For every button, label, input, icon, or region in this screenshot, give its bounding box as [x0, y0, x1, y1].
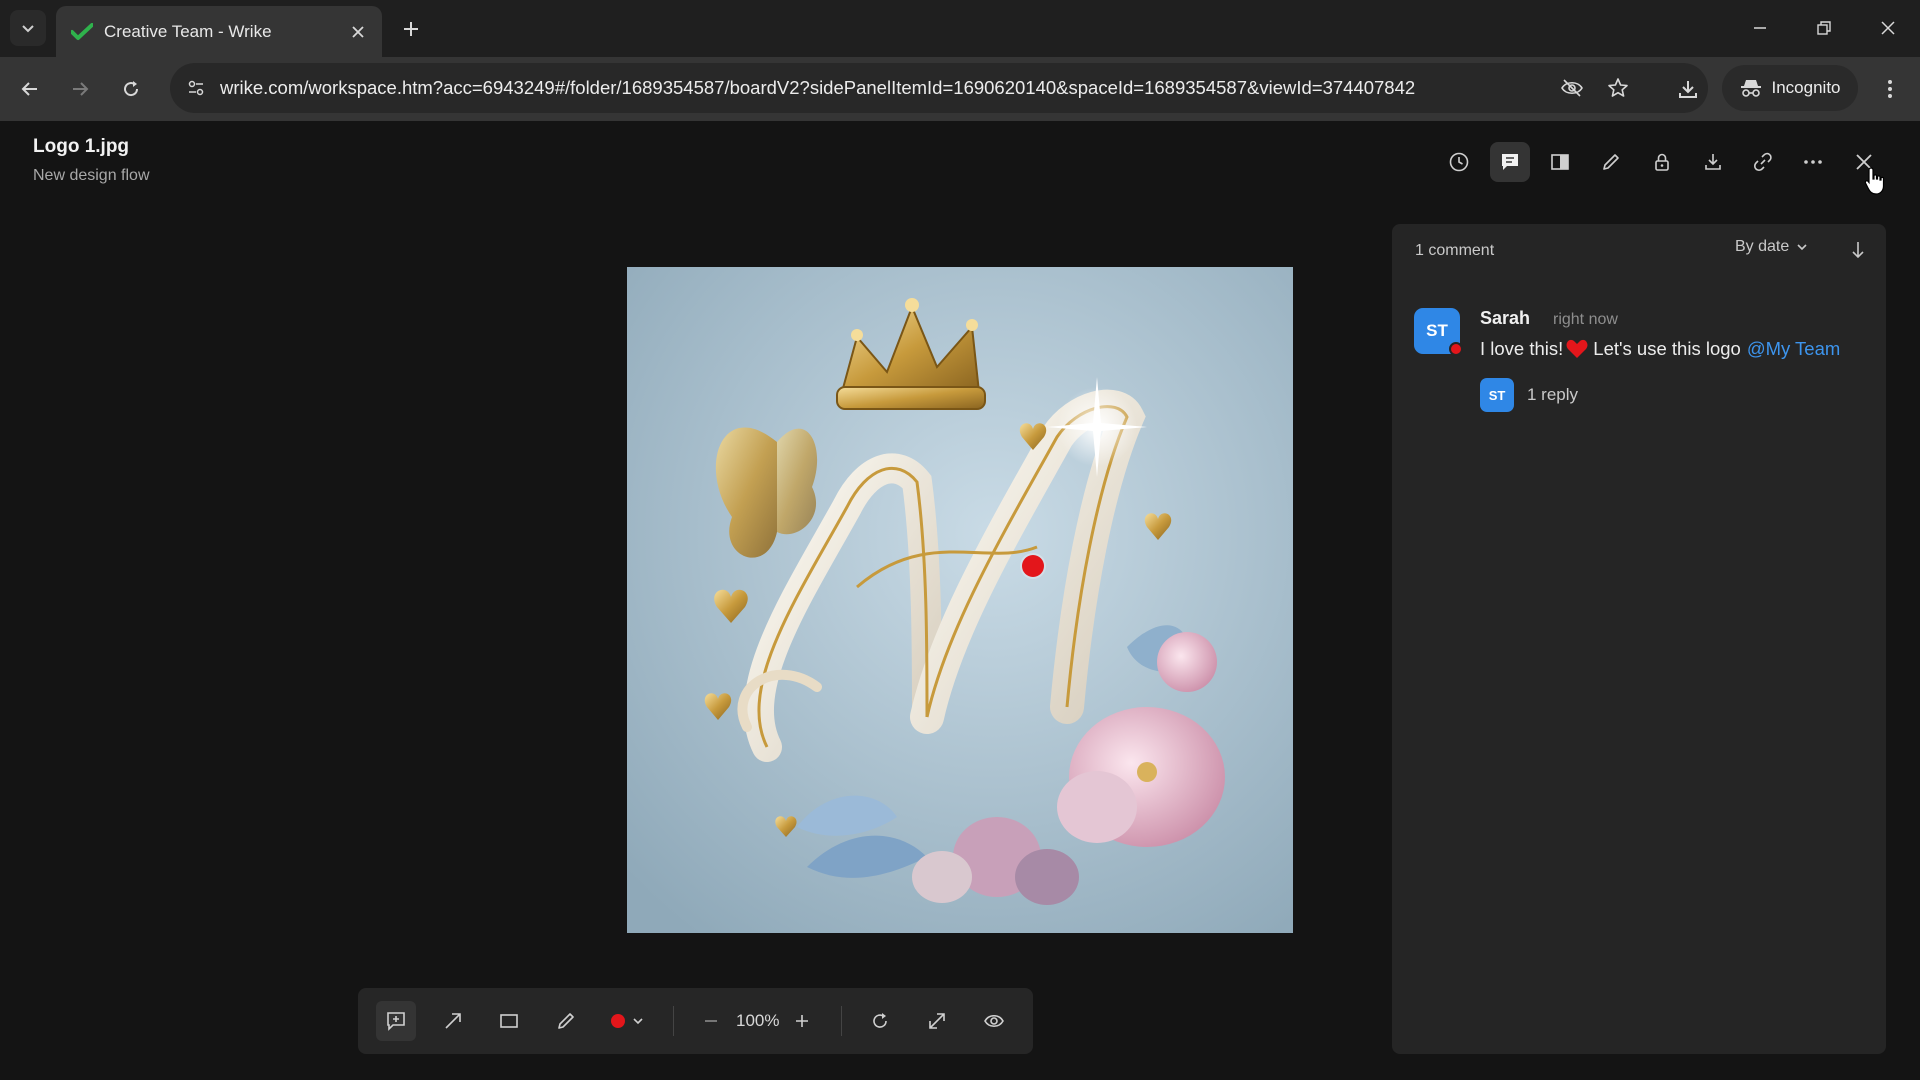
rectangle-icon — [500, 1014, 518, 1028]
pencil-icon — [1603, 154, 1619, 170]
forward-button[interactable] — [60, 69, 100, 109]
incognito-icon — [1740, 80, 1761, 97]
tab-title: Creative Team - Wrike — [104, 21, 272, 41]
download-file-button[interactable] — [1693, 142, 1733, 182]
rectangle-tool[interactable] — [489, 1001, 529, 1041]
link-icon — [1753, 152, 1772, 172]
browser-menu-button[interactable] — [1870, 69, 1910, 109]
toolbar-divider — [673, 1006, 674, 1036]
lock-icon — [1655, 153, 1669, 171]
wrike-logo-icon — [70, 20, 94, 44]
comments-panel: 1 comment By date ST Sarah right now I l… — [1392, 224, 1886, 1054]
monogram-logo-image — [627, 267, 1293, 933]
color-swatch — [611, 1014, 625, 1028]
new-tab-button[interactable] — [395, 13, 427, 45]
version-history-button[interactable] — [1439, 142, 1479, 182]
comment-text: I love this! Let's use this logo @My Tea… — [1480, 338, 1840, 360]
minimize-icon — [1754, 27, 1766, 29]
restore-icon — [1817, 21, 1831, 35]
comment-text-end: Let's use this logo — [1593, 338, 1741, 359]
zoom-out-button[interactable] — [691, 1001, 731, 1041]
annotation-indicator — [1449, 342, 1463, 356]
incognito-badge[interactable]: Incognito — [1722, 65, 1858, 111]
minus-icon — [705, 1020, 717, 1022]
file-name: Logo 1.jpg — [33, 136, 130, 157]
hand-cursor-icon — [1864, 167, 1885, 195]
sort-dropdown[interactable]: By date — [1735, 238, 1809, 256]
history-icon — [1449, 152, 1469, 172]
address-bar[interactable]: wrike.com/workspace.htm?acc=6943249#/fol… — [170, 63, 1708, 113]
lock-button[interactable] — [1642, 142, 1682, 182]
draw-tool[interactable] — [546, 1001, 586, 1041]
heart-emoji-icon — [1565, 338, 1589, 360]
minimize-button[interactable] — [1732, 6, 1788, 50]
zoom-in-button[interactable] — [782, 1001, 822, 1041]
tab-search-button[interactable] — [10, 10, 46, 46]
chevron-down-icon — [633, 1018, 643, 1025]
rotate-icon — [873, 1013, 887, 1028]
reply-avatar: ST — [1480, 378, 1514, 412]
reload-icon — [124, 81, 139, 97]
comments-toggle-button[interactable] — [1490, 142, 1530, 182]
comment-time: right now — [1553, 311, 1618, 328]
visibility-toggle[interactable] — [974, 1001, 1014, 1041]
url-text[interactable]: wrike.com/workspace.htm?acc=6943249#/fol… — [220, 63, 1415, 113]
toolbar-divider — [841, 1006, 842, 1036]
color-picker[interactable] — [602, 1001, 654, 1041]
arrow-tool[interactable] — [433, 1001, 473, 1041]
mention-link[interactable]: @My Team — [1747, 338, 1841, 360]
annotation-toolbar: 100% — [358, 988, 1033, 1054]
eye-icon — [984, 1014, 1004, 1028]
sort-label: By date — [1735, 238, 1790, 255]
download-icon — [1705, 154, 1721, 170]
copy-link-button[interactable] — [1743, 142, 1783, 182]
pencil-icon — [558, 1013, 574, 1029]
site-info-icon[interactable] — [180, 72, 212, 104]
more-icon — [1804, 160, 1822, 164]
restore-button[interactable] — [1796, 6, 1852, 50]
annotation-pin[interactable] — [1022, 555, 1044, 577]
download-icon — [1679, 81, 1697, 98]
add-comment-tool[interactable] — [376, 1001, 416, 1041]
plus-icon — [796, 1015, 808, 1027]
tab-close-icon[interactable] — [344, 18, 372, 46]
comment-author: Sarah — [1480, 308, 1531, 328]
comment-text-start: I love this! — [1480, 338, 1564, 359]
reload-button[interactable] — [111, 69, 151, 109]
browser-toolbar: wrike.com/workspace.htm?acc=6943249#/fol… — [0, 57, 1920, 121]
browser-tab[interactable]: Creative Team - Wrike — [56, 6, 382, 57]
incognito-label: Incognito — [1771, 78, 1841, 97]
close-icon — [1881, 21, 1895, 35]
proof-image[interactable] — [627, 267, 1293, 933]
compare-button[interactable] — [1540, 142, 1580, 182]
arrow-icon — [445, 1013, 461, 1029]
comments-icon — [1502, 154, 1518, 170]
bookmark-star-icon[interactable] — [1602, 72, 1634, 104]
expand-icon — [929, 1013, 945, 1029]
file-subtitle[interactable]: New design flow — [33, 167, 150, 185]
fullscreen-button[interactable] — [917, 1001, 957, 1041]
arrow-right-icon — [73, 82, 89, 96]
replies-link[interactable]: 1 reply — [1527, 385, 1578, 405]
chevron-down-icon — [1797, 244, 1807, 251]
browser-tab-strip: Creative Team - Wrike — [0, 0, 1920, 57]
window-close-button[interactable] — [1860, 6, 1916, 50]
arrow-down-icon — [1852, 242, 1864, 259]
kebab-menu-icon — [1888, 80, 1892, 98]
more-options-button[interactable] — [1793, 142, 1833, 182]
plus-icon — [404, 22, 418, 36]
arrow-left-icon — [21, 82, 37, 96]
chevron-down-icon — [22, 25, 34, 33]
zoom-level: 100% — [736, 1011, 780, 1030]
sort-direction-button[interactable] — [1844, 236, 1872, 264]
edit-button[interactable] — [1591, 142, 1631, 182]
rotate-button[interactable] — [860, 1001, 900, 1041]
compare-icon — [1551, 154, 1569, 170]
comment-plus-icon — [387, 1012, 405, 1031]
comment-count: 1 comment — [1415, 242, 1495, 259]
back-button[interactable] — [10, 69, 50, 109]
eye-off-icon[interactable] — [1556, 72, 1588, 104]
downloads-button[interactable] — [1668, 69, 1708, 109]
